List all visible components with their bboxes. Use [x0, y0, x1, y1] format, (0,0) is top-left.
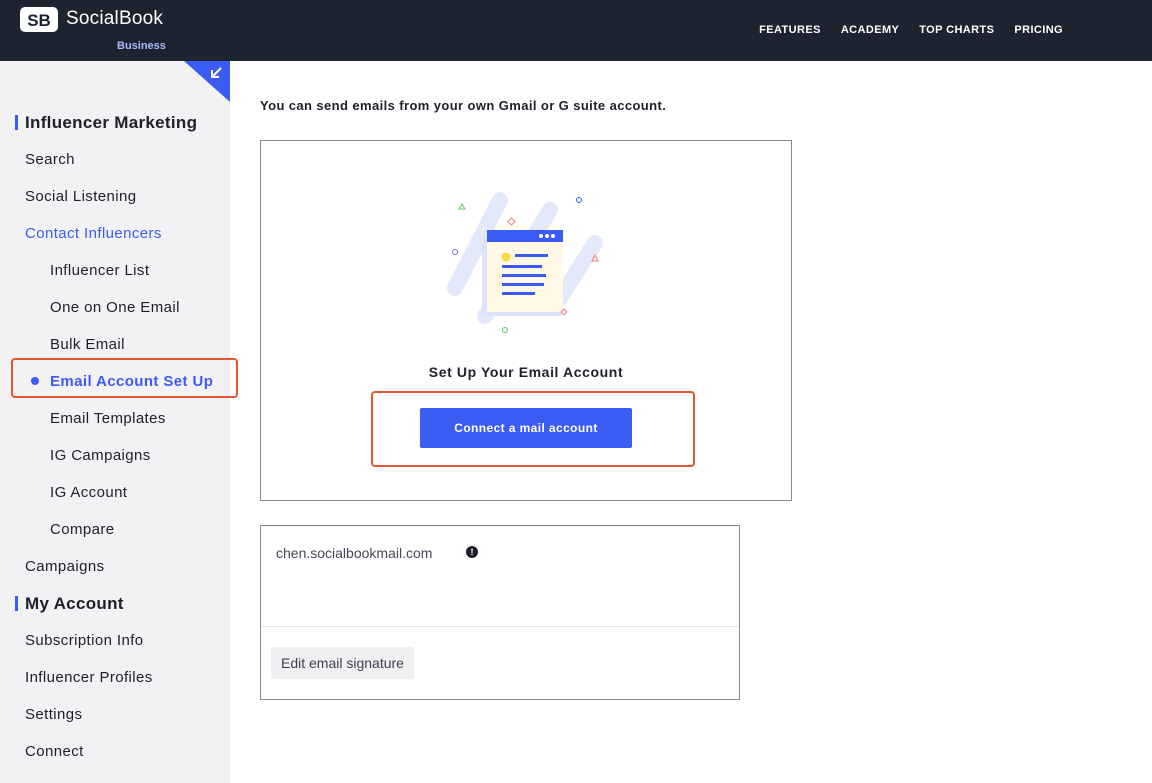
sidebar-item-one-on-one-email[interactable]: One on One Email — [50, 299, 180, 316]
svg-text:SB: SB — [27, 11, 51, 30]
top-navigation-bar: SB SocialBook Business FEATURES ACADEMY … — [0, 0, 1152, 61]
sidebar-item-bulk-email[interactable]: Bulk Email — [50, 336, 125, 353]
top-nav-links: FEATURES ACADEMY TOP CHARTS PRICING — [759, 24, 1063, 36]
sidebar-item-compare[interactable]: Compare — [50, 521, 115, 538]
intro-text: You can send emails from your own Gmail … — [260, 98, 667, 113]
sidebar-item-email-templates[interactable]: Email Templates — [50, 410, 166, 427]
arrow-down-left-icon[interactable] — [184, 61, 230, 102]
edit-email-signature-button[interactable]: Edit email signature — [271, 647, 414, 679]
connect-mail-account-button[interactable]: Connect a mail account — [420, 408, 632, 448]
brand-name[interactable]: SocialBook — [66, 8, 163, 30]
signature-divider — [261, 626, 739, 627]
sidebar-item-connect[interactable]: Connect — [25, 743, 84, 760]
sidebar-section-my-account: My Account — [15, 594, 124, 613]
connected-email-address: chen.socialbookmail.com — [276, 545, 433, 561]
sidebar-item-influencer-profiles[interactable]: Influencer Profiles — [25, 669, 153, 686]
nav-pricing[interactable]: PRICING — [1014, 24, 1063, 36]
sidebar-item-campaigns[interactable]: Campaigns — [25, 558, 104, 575]
sidebar-item-settings[interactable]: Settings — [25, 706, 82, 723]
sidebar-item-social-listening[interactable]: Social Listening — [25, 188, 136, 205]
socialbook-logo-icon[interactable]: SB — [20, 7, 58, 32]
nav-features[interactable]: FEATURES — [759, 24, 821, 36]
sidebar-section-influencer-marketing: Influencer Marketing — [14, 113, 198, 132]
sidebar-item-search[interactable]: Search — [25, 151, 75, 168]
nav-top-charts[interactable]: TOP CHARTS — [919, 24, 994, 36]
nav-academy[interactable]: ACADEMY — [841, 24, 899, 36]
sidebar-item-influencer-list[interactable]: Influencer List — [50, 262, 149, 279]
setup-title: Set Up Your Email Account — [428, 364, 624, 380]
email-setup-illustration-icon — [447, 192, 603, 333]
sidebar-item-ig-account[interactable]: IG Account — [50, 484, 127, 501]
highlight-box-sidebar — [11, 358, 238, 398]
sidebar-item-ig-campaigns[interactable]: IG Campaigns — [50, 447, 151, 464]
sidebar-item-contact-influencers[interactable]: Contact Influencers — [25, 225, 162, 242]
brand-subtitle: Business — [117, 40, 166, 52]
info-icon[interactable]: ! — [466, 546, 478, 558]
sidebar-item-subscription-info[interactable]: Subscription Info — [25, 632, 144, 649]
